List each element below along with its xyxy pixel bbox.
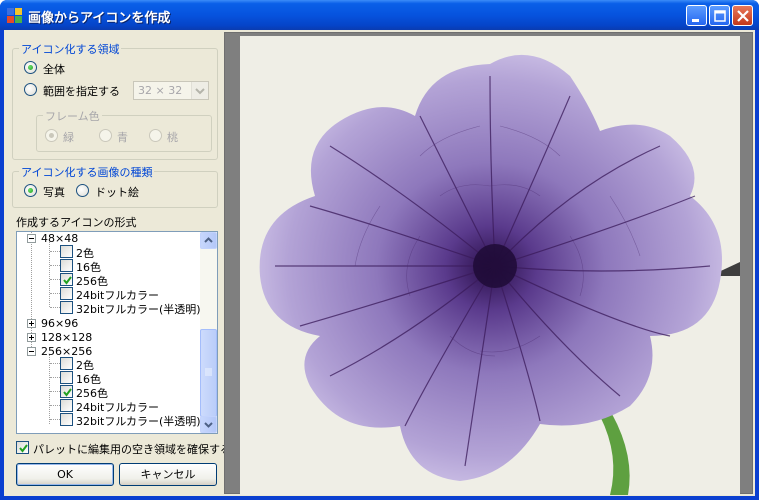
window-title: 画像からアイコンを作成	[28, 11, 171, 26]
tree-item-checkbox[interactable]	[60, 357, 73, 370]
palette-checkbox[interactable]	[16, 441, 29, 454]
kind-pixelart-label[interactable]: ドット絵	[95, 184, 139, 200]
tree-item[interactable]: 256色	[17, 385, 203, 400]
frame-color-legend: フレーム色	[43, 108, 102, 124]
scroll-up-button[interactable]	[200, 232, 217, 249]
cancel-button[interactable]: キャンセル	[119, 463, 217, 486]
maximize-button[interactable]	[709, 5, 730, 26]
app-window: 画像からアイコンを作成 アイコン化する領域 全体 範囲を指定する 32 × 32	[0, 0, 759, 500]
title-bar[interactable]: 画像からアイコンを作成	[0, 0, 759, 30]
size-combo-dropdown-button[interactable]	[191, 82, 208, 99]
close-icon	[737, 10, 749, 22]
tree-node-96[interactable]: 96×96	[17, 317, 203, 331]
area-all-radio[interactable]	[24, 61, 37, 74]
tree-scrollbar[interactable]	[200, 232, 217, 433]
chevron-down-icon	[204, 422, 213, 428]
tree-item[interactable]: 24bitフルカラー	[17, 399, 203, 414]
tree-item-checkbox[interactable]	[60, 399, 73, 412]
tree-node-label: 96×96	[41, 317, 79, 330]
tree-item[interactable]: 32bitフルカラー(半透明)	[17, 413, 203, 428]
area-group: アイコン化する領域 全体 範囲を指定する 32 × 32 フレーム色 緑 青 桃	[12, 41, 218, 160]
tree-item[interactable]: 2色	[17, 357, 203, 372]
area-group-legend: アイコン化する領域	[19, 41, 122, 57]
frame-blue-label: 青	[117, 131, 128, 144]
format-tree[interactable]: 48×48 2色 16色 256色 24bitフルカラー 32bitフルカラー(…	[16, 231, 218, 434]
tree-item-checkbox-checked[interactable]	[60, 273, 73, 286]
scroll-down-button[interactable]	[200, 416, 217, 433]
frame-blue-radio[interactable]	[99, 129, 112, 142]
frame-pink-radio[interactable]	[149, 129, 162, 142]
chevron-up-icon	[204, 237, 213, 243]
image-kind-legend: アイコン化する画像の種類	[19, 164, 155, 180]
collapse-icon[interactable]	[27, 347, 36, 356]
checkmark-icon	[63, 276, 72, 285]
radio-selected-dot	[28, 65, 33, 70]
frame-color-group: フレーム色 緑 青 桃	[36, 108, 212, 152]
radio-selected-dot	[28, 188, 33, 193]
tree-node-label: 48×48	[41, 232, 79, 245]
tree-item-checkbox[interactable]	[60, 371, 73, 384]
kind-photo-radio[interactable]	[24, 184, 37, 197]
checkmark-icon	[63, 388, 72, 397]
chevron-down-icon	[195, 88, 205, 95]
tree-item[interactable]: 16色	[17, 259, 203, 274]
area-all-label[interactable]: 全体	[43, 61, 65, 77]
tree-item-label: 32bitフルカラー(半透明)	[76, 415, 201, 428]
tree-node-label: 128×128	[41, 331, 93, 344]
ok-button[interactable]: OK	[16, 463, 114, 486]
app-icon	[7, 8, 23, 23]
maximize-icon	[714, 10, 726, 22]
tree-item[interactable]: 16色	[17, 371, 203, 386]
expand-icon[interactable]	[27, 333, 36, 342]
palette-checkbox-label[interactable]: パレットに編集用の空き領域を確保する	[33, 441, 231, 457]
frame-green-label: 緑	[63, 131, 74, 144]
tree-item-checkbox[interactable]	[60, 287, 73, 300]
tree-item[interactable]: 2色	[17, 245, 203, 260]
tree-item-checkbox[interactable]	[60, 245, 73, 258]
minimize-icon	[692, 19, 699, 22]
kind-pixelart-radio[interactable]	[76, 184, 89, 197]
dialog-client: アイコン化する領域 全体 範囲を指定する 32 × 32 フレーム色 緑 青 桃	[4, 30, 755, 496]
scroll-thumb[interactable]	[200, 329, 217, 417]
petunia-flower-image	[240, 36, 740, 495]
area-range-label[interactable]: 範囲を指定する	[43, 83, 120, 99]
preview-image	[240, 36, 740, 495]
tree-item-checkbox-checked[interactable]	[60, 385, 73, 398]
frame-pink-label: 桃	[167, 131, 178, 144]
tree-item-checkbox[interactable]	[60, 259, 73, 272]
format-label: 作成するアイコンの形式	[16, 216, 137, 229]
image-preview-pane[interactable]	[224, 32, 753, 495]
collapse-icon[interactable]	[27, 234, 36, 243]
expand-icon[interactable]	[27, 319, 36, 328]
tree-node-128[interactable]: 128×128	[17, 331, 203, 345]
tree-node-48[interactable]: 48×48	[17, 232, 203, 246]
tree-item[interactable]: 256色	[17, 273, 203, 288]
radio-selected-dot	[49, 133, 54, 138]
close-button[interactable]	[732, 5, 753, 26]
frame-green-radio[interactable]	[45, 129, 58, 142]
grip-icon	[205, 368, 212, 376]
tree-item[interactable]: 24bitフルカラー	[17, 287, 203, 302]
checkmark-icon	[19, 444, 28, 453]
tree-item-checkbox[interactable]	[60, 413, 73, 426]
tree-item-label: 32bitフルカラー(半透明)	[76, 303, 201, 316]
size-combo-value: 32 × 32	[138, 84, 183, 97]
size-combo[interactable]: 32 × 32	[133, 81, 209, 100]
minimize-button[interactable]	[686, 5, 707, 26]
kind-photo-label[interactable]: 写真	[43, 184, 65, 200]
area-range-radio[interactable]	[24, 83, 37, 96]
tree-item-checkbox[interactable]	[60, 301, 73, 314]
image-kind-group: アイコン化する画像の種類 写真 ドット絵	[12, 164, 218, 208]
tree-item[interactable]: 32bitフルカラー(半透明)	[17, 301, 203, 316]
